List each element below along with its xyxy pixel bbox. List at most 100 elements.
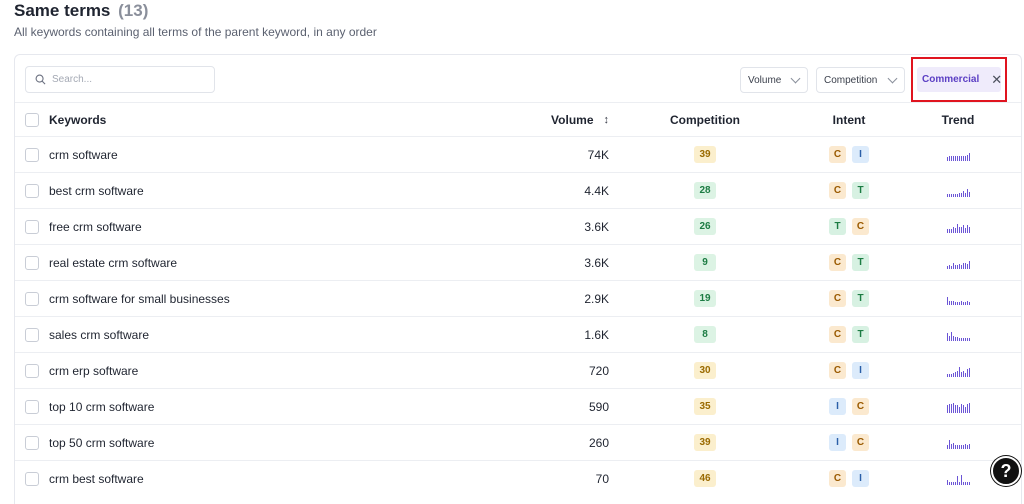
competition-badge: 9 — [694, 254, 716, 271]
trend-bar — [946, 404, 948, 413]
row-checkbox[interactable] — [25, 461, 39, 496]
trend-bar — [954, 444, 956, 449]
competition-cell: 8 — [655, 317, 755, 352]
trend-bar — [960, 192, 962, 197]
trend-bar — [958, 406, 960, 413]
trend-bar — [964, 301, 966, 305]
keyword-cell[interactable]: sales crm software — [49, 317, 149, 352]
trend-sparkline — [946, 401, 970, 413]
trend-bar — [950, 481, 952, 485]
table-row[interactable]: crm best software 70 46 C I — [15, 460, 1021, 496]
table-row[interactable]: crm software 74K 39 C I — [15, 136, 1021, 172]
keywords-table: Keywords Volume ↕ Competition Intent Tre… — [15, 102, 1021, 496]
trend-bar — [954, 371, 956, 377]
row-checkbox[interactable] — [25, 317, 39, 352]
page-subtitle: All keywords containing all terms of the… — [14, 25, 377, 39]
keyword-cell[interactable]: top 50 crm software — [49, 425, 154, 460]
intent-cell: TC — [800, 209, 898, 244]
row-checkbox[interactable] — [25, 245, 39, 280]
table-row[interactable]: crm software for small businesses 2.9K 19 C… — [15, 280, 1021, 316]
help-button[interactable]: ? — [991, 456, 1021, 486]
trend-bar — [958, 366, 960, 377]
trend-bar — [950, 443, 952, 449]
intent-badge: I — [829, 398, 846, 415]
keyword-cell[interactable]: crm erp software — [49, 353, 138, 388]
trend-bar — [958, 481, 960, 485]
trend-bar — [948, 373, 950, 377]
intent-cell: CI — [800, 137, 898, 172]
trend-bar — [946, 373, 948, 377]
table-row[interactable]: top 50 crm software 260 39 I C — [15, 424, 1021, 460]
trend-cell — [908, 173, 1008, 208]
keywords-panel: Volume Competition Commercial ✕ Keywords… — [14, 54, 1022, 504]
intent-badge: I — [852, 146, 869, 163]
row-checkbox[interactable] — [25, 173, 39, 208]
trend-bar — [962, 190, 964, 197]
trend-bar — [954, 155, 956, 161]
competition-badge: 35 — [694, 398, 716, 415]
intent-cell: CT — [800, 317, 898, 352]
trend-bar — [952, 481, 954, 485]
close-icon[interactable]: ✕ — [991, 72, 1002, 88]
trend-bar — [964, 155, 966, 161]
trend-bar — [964, 262, 966, 269]
row-checkbox[interactable] — [25, 137, 39, 172]
trend-bar — [946, 479, 948, 485]
table-row[interactable]: best crm software 4.4K 28 C T — [15, 172, 1021, 208]
keyword-cell[interactable]: crm software — [49, 137, 118, 172]
filter-chip-commercial[interactable]: Commercial ✕ — [917, 67, 1002, 92]
search-input[interactable] — [52, 74, 202, 85]
trend-bar — [950, 265, 952, 269]
volume-cell: 720 — [588, 363, 609, 378]
row-checkbox[interactable] — [25, 281, 39, 316]
row-checkbox[interactable] — [25, 209, 39, 244]
intent-badge: C — [852, 434, 869, 451]
volume-cell: 260 — [588, 435, 609, 450]
volume-cell: 590 — [588, 399, 609, 414]
sort-icon[interactable]: ↕ — [604, 114, 610, 126]
row-checkbox[interactable] — [25, 353, 39, 388]
help-icon: ? — [1000, 460, 1012, 481]
keyword-cell[interactable]: real estate crm software — [49, 245, 177, 280]
trend-bar — [964, 406, 966, 413]
trend-bar — [960, 371, 962, 377]
trend-bar — [960, 444, 962, 449]
keyword-cell[interactable]: crm best software — [49, 461, 144, 496]
trend-bar — [946, 193, 948, 197]
volume-cell: 1.6K — [584, 327, 609, 342]
table-row[interactable]: sales crm software 1.6K 8 C T — [15, 316, 1021, 352]
trend-bar — [950, 155, 952, 161]
trend-cell — [908, 317, 1008, 352]
row-checkbox[interactable] — [25, 425, 39, 460]
trend-bar — [958, 192, 960, 197]
table-row[interactable]: real estate crm software 3.6K 9 C T — [15, 244, 1021, 280]
search-box[interactable] — [25, 66, 215, 93]
chevron-down-icon — [887, 73, 898, 83]
trend-bar — [954, 227, 956, 233]
table-row[interactable]: free crm software 3.6K 26 T C — [15, 208, 1021, 244]
row-checkbox[interactable] — [25, 389, 39, 424]
trend-bar — [968, 481, 970, 485]
column-volume[interactable]: Volume ↕ — [475, 103, 609, 136]
table-row[interactable]: top 10 crm software 590 35 I C — [15, 388, 1021, 424]
trend-sparkline — [946, 437, 970, 449]
keyword-cell[interactable]: top 10 crm software — [49, 389, 154, 424]
keyword-cell[interactable]: free crm software — [49, 209, 142, 244]
competition-dropdown[interactable]: Competition — [816, 67, 905, 93]
trend-bar — [956, 193, 958, 197]
table-row[interactable]: crm erp software 720 30 C I — [15, 352, 1021, 388]
competition-badge: 8 — [694, 326, 716, 343]
keyword-cell[interactable]: crm software for small businesses — [49, 281, 230, 316]
keyword-cell[interactable]: best crm software — [49, 173, 144, 208]
trend-cell — [908, 389, 1008, 424]
page-title: Same terms (13) — [14, 0, 377, 22]
trend-bar — [948, 228, 950, 233]
intent-badge: I — [829, 434, 846, 451]
trend-bar — [964, 372, 966, 377]
trend-cell — [908, 353, 1008, 388]
select-all-checkbox[interactable] — [25, 103, 39, 136]
trend-sparkline — [946, 365, 970, 377]
volume-dropdown[interactable]: Volume — [740, 67, 808, 93]
intent-cell: CI — [800, 353, 898, 388]
intent-cell: IC — [800, 389, 898, 424]
